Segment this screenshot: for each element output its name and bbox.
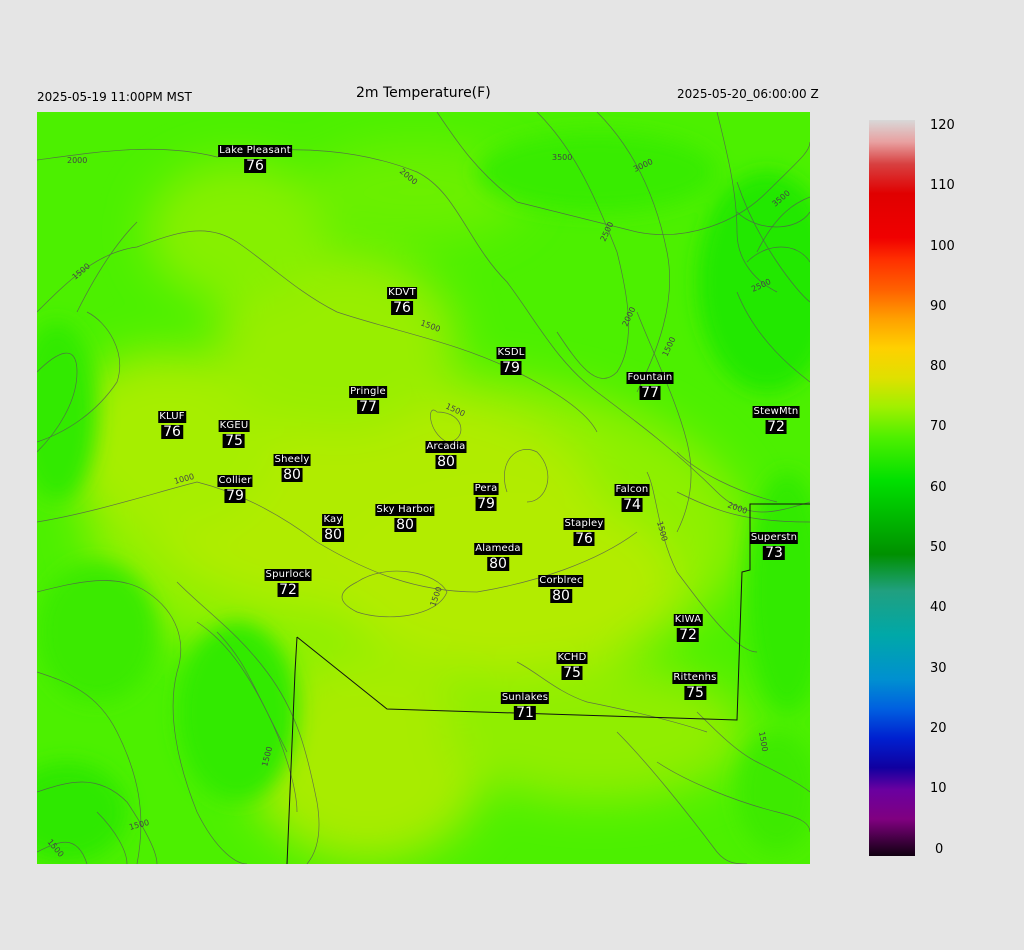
station-kchd: KCHD 75	[556, 647, 588, 681]
station-temperature: 79	[224, 488, 246, 504]
station-rittenhs: Rittenhs 75	[672, 667, 718, 701]
station-lake-pleasant: Lake Pleasant 76	[218, 140, 292, 173]
station-name: KLUF	[158, 411, 186, 423]
station-temperature: 74	[621, 497, 643, 513]
station-pera: Pera 79	[473, 478, 499, 512]
station-name: KIWA	[673, 614, 703, 626]
station-name: Rittenhs	[672, 672, 718, 684]
station-temperature: 79	[500, 360, 522, 376]
station-temperature: 75	[561, 665, 583, 681]
contour-label: 3500	[552, 153, 572, 162]
valid-time-utc: 2025-05-20_06:00:00 Z	[677, 87, 819, 101]
station-name: Sky Harbor	[375, 504, 435, 516]
station-temperature: 80	[435, 454, 457, 470]
station-superstn: Superstn 73	[749, 527, 799, 561]
station-sky-harbor: Sky Harbor 80	[375, 499, 435, 533]
station-falcon: Falcon 74	[614, 479, 650, 513]
station-sheely: Sheely 80	[273, 449, 311, 483]
station-temperature: 76	[573, 531, 595, 547]
station-name: Superstn	[749, 532, 799, 544]
station-kgeu: KGEU 75	[218, 415, 250, 449]
station-name: Pringle	[349, 386, 387, 398]
colorbar-tick: 70	[930, 419, 947, 434]
station-temperature: 80	[550, 588, 572, 604]
station-collier: Collier 79	[217, 470, 253, 504]
station-name: Collier	[217, 475, 253, 487]
station-name: Pera	[473, 483, 499, 495]
colorbar-tick: 0	[935, 842, 944, 857]
colorbar-tick: 10	[930, 781, 947, 796]
station-name: Arcadia	[425, 441, 467, 453]
station-kluf: KLUF 76	[158, 406, 186, 439]
contour-label: 2000	[67, 156, 87, 165]
station-temperature: 76	[391, 300, 413, 316]
colorbar-tick: 20	[930, 721, 947, 736]
colorbar-tick: 60	[930, 480, 947, 495]
temperature-map: 2000 2000 3500 3000 3500 2500 1500 2500 …	[37, 112, 810, 864]
station-name: Sheely	[273, 454, 311, 466]
station-temperature: 80	[487, 556, 509, 572]
station-temperature: 75	[684, 685, 706, 701]
station-temperature: 80	[394, 517, 416, 533]
station-temperature: 79	[475, 496, 497, 512]
colorbar-tick: 30	[930, 661, 947, 676]
station-temperature: 75	[223, 433, 245, 449]
station-name: Alameda	[474, 543, 522, 555]
station-pringle: Pringle 77	[349, 381, 387, 414]
map-title: 2m Temperature(F)	[356, 85, 491, 101]
station-fountain: Fountain 77	[626, 367, 674, 401]
station-temperature: 80	[281, 467, 303, 483]
station-kdvt: KDVT 76	[387, 282, 417, 315]
station-temperature: 72	[277, 582, 299, 598]
station-name: Stapley	[563, 518, 605, 530]
station-name: Kay	[322, 514, 344, 526]
station-stapley: Stapley 76	[563, 513, 605, 547]
station-stewmtn: StewMtn 72	[752, 401, 800, 435]
station-corblrec: Corblrec 80	[538, 570, 584, 604]
station-ksdl: KSDL 79	[496, 342, 526, 376]
station-temperature: 72	[765, 419, 787, 435]
colorbar-tick: 80	[930, 359, 947, 374]
station-temperature: 72	[677, 627, 699, 643]
station-spurlock: Spurlock 72	[264, 564, 312, 598]
station-name: KDVT	[387, 287, 417, 299]
station-name: KSDL	[496, 347, 526, 359]
station-alameda: Alameda 80	[474, 538, 522, 571]
station-arcadia: Arcadia 80	[425, 436, 467, 470]
station-temperature: 71	[514, 705, 536, 721]
station-name: Corblrec	[538, 575, 584, 587]
station-temperature: 77	[639, 385, 661, 401]
station-temperature: 76	[244, 158, 266, 174]
station-temperature: 80	[322, 527, 344, 543]
station-kay: Kay 80	[322, 509, 344, 542]
colorbar-tick: 110	[930, 178, 955, 193]
colorbar-tick: 100	[930, 239, 955, 254]
station-name: Spurlock	[264, 569, 312, 581]
station-name: KGEU	[218, 420, 250, 432]
temperature-field: 2000 2000 3500 3000 3500 2500 1500 2500 …	[37, 112, 810, 864]
station-sunlakes: Sunlakes 71	[500, 687, 550, 721]
colorbar-tick: 120	[930, 118, 955, 133]
station-name: Sunlakes	[500, 692, 550, 704]
colorbar-tick: 50	[930, 540, 947, 555]
station-name: StewMtn	[752, 406, 800, 418]
station-name: KCHD	[556, 652, 588, 664]
station-temperature: 73	[763, 545, 785, 561]
station-temperature: 77	[357, 399, 379, 415]
station-name: Fountain	[626, 372, 674, 384]
colorbar-tick: 40	[930, 600, 947, 615]
colorbar-tick: 90	[930, 299, 947, 314]
station-temperature: 76	[161, 424, 183, 440]
station-name: Lake Pleasant	[218, 145, 292, 157]
station-kiwa: KIWA 72	[673, 609, 703, 643]
temperature-colorbar	[869, 120, 915, 856]
valid-time-local: 2025-05-19 11:00PM MST	[37, 90, 192, 104]
station-name: Falcon	[614, 484, 650, 496]
